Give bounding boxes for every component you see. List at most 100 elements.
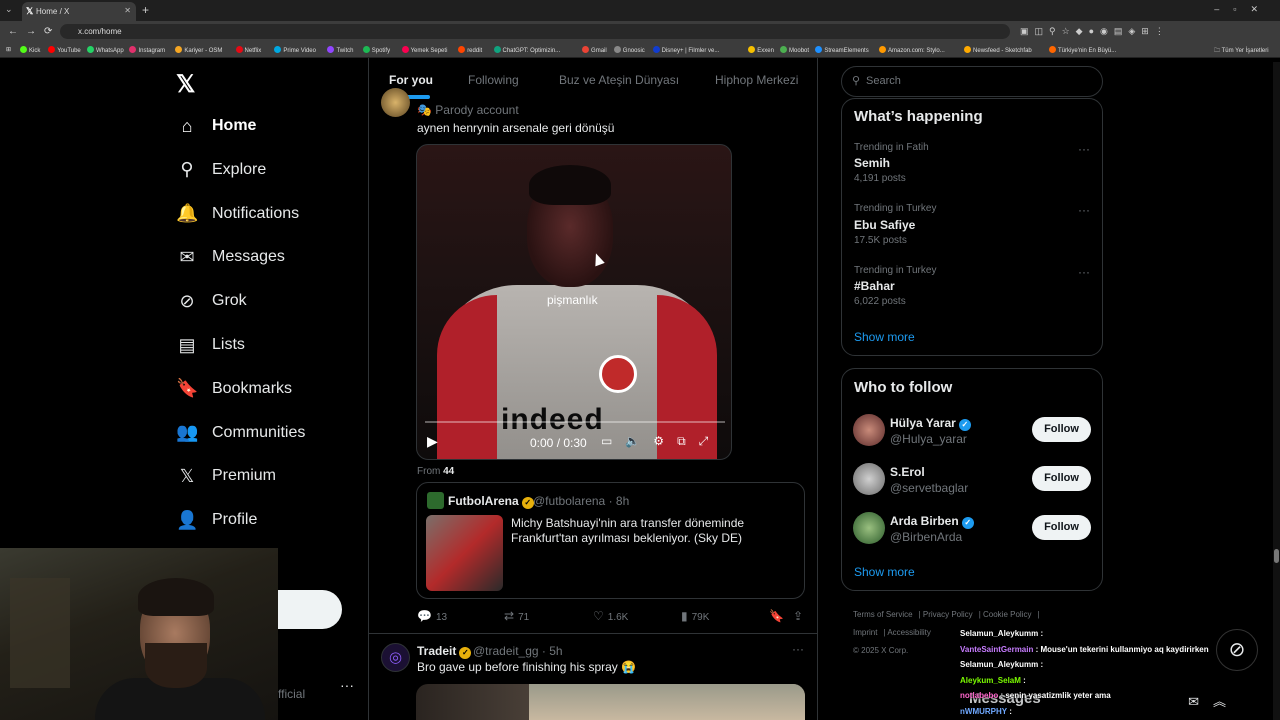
bookmark-item[interactable]: Spotify [362,46,390,54]
share-icon: ⇪ [793,609,804,623]
trend-count: 17.5K posts [854,235,907,246]
sidebar-item-label: Home [212,117,257,134]
footer-link[interactable]: Accessibility [887,628,931,637]
bookmark-favicon-icon [582,46,590,53]
chat-separator: : [1038,660,1044,669]
footer-link[interactable]: Cookie Policy [983,610,1031,619]
bookmark-item[interactable]: Kick [20,46,40,54]
tab-hiphop-merkezi[interactable]: Hiphop Merkezi [715,73,798,87]
sidebar-item-home[interactable]: ⌂ Home [176,111,257,141]
post-button[interactable] [278,590,342,629]
footer-link[interactable]: Privacy Policy [923,610,973,619]
video-player[interactable]: pişmanlık indeed ▶ 0:00 / 0:30 ▭🔈⚙⧉⤢ [416,144,732,460]
bookmark-item[interactable]: Prime Video [274,46,316,54]
scrollbar-thumb[interactable] [1274,549,1279,563]
bookmark-item[interactable]: Gnoosic [613,46,645,54]
bookmark-label: Gnoosic [622,48,645,54]
bookmark-item[interactable]: Twitch [327,46,353,54]
footer-link[interactable]: Terms of Service [853,610,913,619]
play-icon[interactable]: ▶ [427,433,438,450]
video-controls[interactable]: ▭🔈⚙⧉⤢ [601,434,721,449]
search-input[interactable]: ⚲ Search [841,66,1103,97]
views-button[interactable]: ▮ 79K [681,609,709,623]
tab-following[interactable]: Following [468,73,519,87]
x-logo-icon[interactable]: 𝕏 [176,70,195,99]
chat-message: Selamun_Aleykumm : [960,626,1240,642]
tab-search-icon[interactable]: ⌄ [5,4,13,15]
follow-button[interactable]: Follow [1032,466,1091,491]
sidebar-item-communities[interactable]: 👥 Communities [176,418,305,448]
bookmark-item[interactable]: ChatGPT: Optimizin... [493,46,560,54]
bookmark-item[interactable]: Disney+ | Filmler ve... [652,46,719,54]
avatar[interactable] [853,414,885,446]
bookmark-button[interactable]: 🔖 [769,609,788,623]
avatar[interactable] [853,512,885,544]
avatar[interactable]: ◎ [381,643,410,672]
webcam-person-hair [138,578,214,616]
sidebar-item-premium[interactable]: 𝕏 Premium [176,461,276,491]
sidebar-item-profile[interactable]: 👤 Profile [176,505,257,535]
bookmark-item[interactable]: Newsfeed - Sketchfab [964,46,1032,54]
browser-tab[interactable]: 𝕏 Home / X ✕ [22,2,136,21]
scrollbar[interactable] [1273,62,1280,720]
apps-icon[interactable]: ⊞ [6,46,11,53]
sidebar-item-grok[interactable]: ⊘ Grok [176,286,246,316]
more-icon[interactable]: ··· [1078,203,1090,217]
bookmark-item[interactable]: Yemek Sepeti [401,46,447,54]
chat-username: VanteSaintGermain [960,644,1034,654]
reply-button[interactable]: 💬 13 [417,609,447,623]
bookmark-item[interactable]: Instagram [129,46,165,54]
chat-username: Aleykum_SelaM [960,675,1021,685]
sidebar-item-bookmarks[interactable]: 🔖 Bookmarks [176,374,292,404]
follow-button[interactable]: Follow [1032,417,1091,442]
footer-link[interactable]: Imprint [853,628,877,637]
bookmark-item[interactable]: StreamElements [815,46,869,54]
tab-close-icon[interactable]: ✕ [124,6,131,15]
more-icon[interactable]: ··· [1078,142,1090,156]
quoted-tweet[interactable]: FutbolArena ✓ @futbolarena · 8h Michy Bat… [416,482,805,599]
bookmark-item[interactable]: Amazon.com: Stylo... [879,46,945,54]
show-more-link[interactable]: Show more [854,330,915,344]
window-controls[interactable]: –▫✕ [1214,4,1272,15]
bookmark-label: Twitch [336,48,354,54]
sidebar-item-lists[interactable]: ▤ Lists [176,330,244,360]
from-source[interactable]: 44 [443,466,454,477]
video-progress-bar[interactable] [425,421,725,423]
bookmark-item[interactable]: Moobot [780,46,809,54]
show-more-link[interactable]: Show more [854,565,915,579]
tweet-media[interactable] [416,684,805,720]
bookmark-item[interactable]: YouTube [48,46,81,54]
new-tab-icon[interactable]: + [142,3,149,17]
sidebar-item-explore[interactable]: ⚲ Explore [176,155,266,185]
bookmark-item[interactable]: WhatsApp [87,46,124,54]
more-icon[interactable]: ··· [792,642,804,656]
bookmark-item[interactable]: Netflix [235,46,261,54]
avatar[interactable] [853,463,885,495]
bookmark-item[interactable]: Exxen [748,46,774,54]
sidebar-item-notifications[interactable]: 🔔 Notifications [176,199,299,229]
bookmark-item[interactable]: reddit [458,46,482,54]
tweet-author-name[interactable]: Tradeit ✓ [417,644,472,659]
share-button[interactable]: ⇪ [793,609,807,623]
more-icon[interactable]: ··· [340,677,354,693]
bookmark-item[interactable]: Türkiye'nin En Büyü... [1049,46,1116,54]
follow-button[interactable]: Follow [1032,515,1091,540]
more-icon[interactable]: ··· [1078,265,1090,279]
url-field[interactable]: x.com/home [60,24,1010,39]
like-button[interactable]: ♡ 1.6K [593,609,628,623]
tab-buz-ve-atesin-dunyasi[interactable]: Buz ve Ateşin Dünyası [559,73,679,87]
sidebar-item-messages[interactable]: ✉ Messages [176,242,284,272]
repost-button[interactable]: ⇄ 71 [504,609,529,623]
tab-for-you[interactable]: For you [389,73,433,87]
bookmark-favicon-icon [274,46,282,53]
bookmark-item[interactable]: Kariyer - OSM [175,46,222,54]
bookmark-item[interactable]: Gmail [582,46,607,54]
all-bookmarks-folder[interactable]: 🗀 Tüm Yer İşaretleri [1214,46,1269,56]
nav-buttons[interactable]: ←→⟳ [8,26,60,37]
search-icon: ⚲ [180,159,194,180]
bookmark-favicon-icon [748,46,756,53]
extension-icons[interactable]: ▣◫⚲☆◆●◉▤◈⊞⋮ [1020,26,1170,37]
grok-icon[interactable]: ⊘ [1216,629,1258,671]
avatar[interactable] [381,88,410,117]
bookmark-label: Kariyer - OSM [184,48,223,54]
